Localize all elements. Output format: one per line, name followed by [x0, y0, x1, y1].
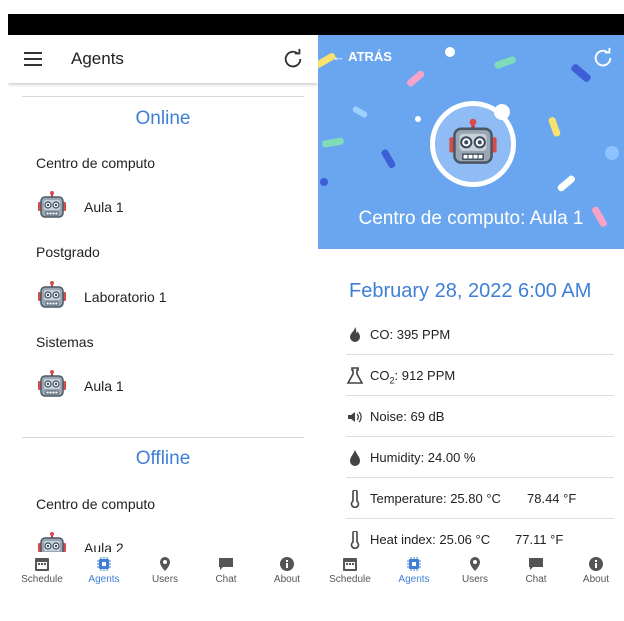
co2-value: CO2: 912 PPM [370, 368, 456, 386]
calendar-icon [35, 558, 49, 571]
hero-banner: ← ATRÁS Centro de computo: Aula 1 [318, 35, 624, 249]
nav-label: Schedule [21, 574, 63, 585]
menu-icon[interactable] [24, 52, 42, 66]
status-bar [0, 0, 624, 35]
agent-label: Aula 1 [84, 199, 124, 215]
robot-icon [38, 191, 66, 218]
reading-date: February 28, 2022 6:00 AM [349, 280, 592, 302]
reading-temperature: Temperature: 25.80 °C 78.44 °F [346, 478, 614, 519]
temperature-f-value: 78.44 °F [527, 491, 577, 506]
nav-schedule[interactable]: Schedule [12, 552, 72, 586]
thermometer-icon [350, 531, 360, 549]
nav-agents[interactable]: Agents [74, 552, 134, 586]
nav-about[interactable]: About [257, 552, 317, 586]
co-value: CO: 395 PPM [370, 327, 451, 342]
group-label: Centro de computo [36, 496, 156, 512]
nav-label: Chat [215, 574, 237, 585]
robot-icon [38, 281, 66, 308]
nav-label: Agents [88, 574, 120, 585]
page-title: Agents [71, 49, 124, 68]
nav-label: Agents [398, 574, 430, 585]
agent-title: Centro de computo: Aula 1 [358, 208, 584, 229]
reading-humidity: Humidity: 24.00 % [346, 437, 614, 478]
group-label: Sistemas [36, 334, 94, 350]
info-icon [589, 557, 603, 571]
chat-icon [219, 558, 233, 570]
refresh-icon[interactable] [592, 47, 614, 69]
flask-icon [346, 367, 364, 384]
nav-schedule[interactable]: Schedule [320, 552, 380, 586]
reading-noise: Noise: 69 dB [346, 396, 614, 437]
nav-label: About [273, 574, 301, 585]
divider [22, 437, 304, 438]
nav-label: Users [151, 574, 179, 585]
bottom-nav: Schedule Agents Users Chat About [318, 552, 624, 586]
thermometer-icon [350, 490, 360, 508]
heat-index-f-value: 77.11 °F [515, 532, 564, 547]
speaker-icon [348, 411, 362, 423]
reading-co2: CO2: 912 PPM [346, 355, 614, 396]
flame-icon [350, 327, 360, 342]
divider [22, 96, 304, 97]
robot-icon [38, 370, 66, 397]
nav-label: Users [461, 574, 489, 585]
nav-agents[interactable]: Agents [384, 552, 444, 586]
chat-icon [529, 558, 543, 570]
nav-label: About [582, 574, 610, 585]
agent-label: Laboratorio 1 [84, 289, 167, 305]
back-button[interactable]: ← ATRÁS [332, 49, 392, 64]
agents-screen: Agents Online Centro de computo Aula 1 P… [8, 35, 318, 621]
agent-item[interactable]: Laboratorio 1 [36, 280, 306, 314]
calendar-icon [343, 558, 357, 571]
arrow-left-icon: ← [332, 49, 349, 64]
chip-icon [407, 557, 421, 571]
droplet-icon [350, 450, 360, 466]
app-bar: Agents [8, 35, 318, 83]
humidity-value: Humidity: 24.00 % [370, 450, 476, 465]
nav-users[interactable]: Users [135, 552, 195, 586]
chip-icon [97, 557, 111, 571]
location-pin-icon [470, 557, 480, 571]
robot-icon [449, 118, 497, 164]
agent-label: Aula 1 [84, 378, 124, 394]
nav-label: Chat [525, 574, 547, 585]
agent-detail-screen: ← ATRÁS Centro de computo: Aula 1 Februa… [318, 35, 624, 621]
offline-heading: Offline [135, 448, 191, 469]
agent-item[interactable]: Aula 1 [36, 190, 306, 224]
group-label: Postgrado [36, 244, 100, 260]
temperature-c-value: Temperature: 25.80 °C [370, 491, 501, 506]
agent-item[interactable]: Aula 1 [36, 369, 306, 403]
nav-chat[interactable]: Chat [506, 552, 566, 586]
group-label: Centro de computo [36, 155, 156, 171]
nav-chat[interactable]: Chat [196, 552, 256, 586]
bottom-nav: Schedule Agents Users Chat About [8, 552, 318, 586]
nav-label: Schedule [329, 574, 371, 585]
location-pin-icon [160, 557, 170, 571]
noise-value: Noise: 69 dB [370, 409, 445, 424]
reading-co: CO: 395 PPM [346, 314, 614, 355]
info-icon [280, 557, 294, 571]
online-heading: Online [135, 108, 191, 129]
refresh-icon[interactable] [282, 48, 304, 70]
heat-index-c-value: Heat index: 25.06 °C [370, 532, 491, 547]
nav-users[interactable]: Users [445, 552, 505, 586]
back-label: ATRÁS [348, 49, 392, 64]
nav-about[interactable]: About [566, 552, 624, 586]
